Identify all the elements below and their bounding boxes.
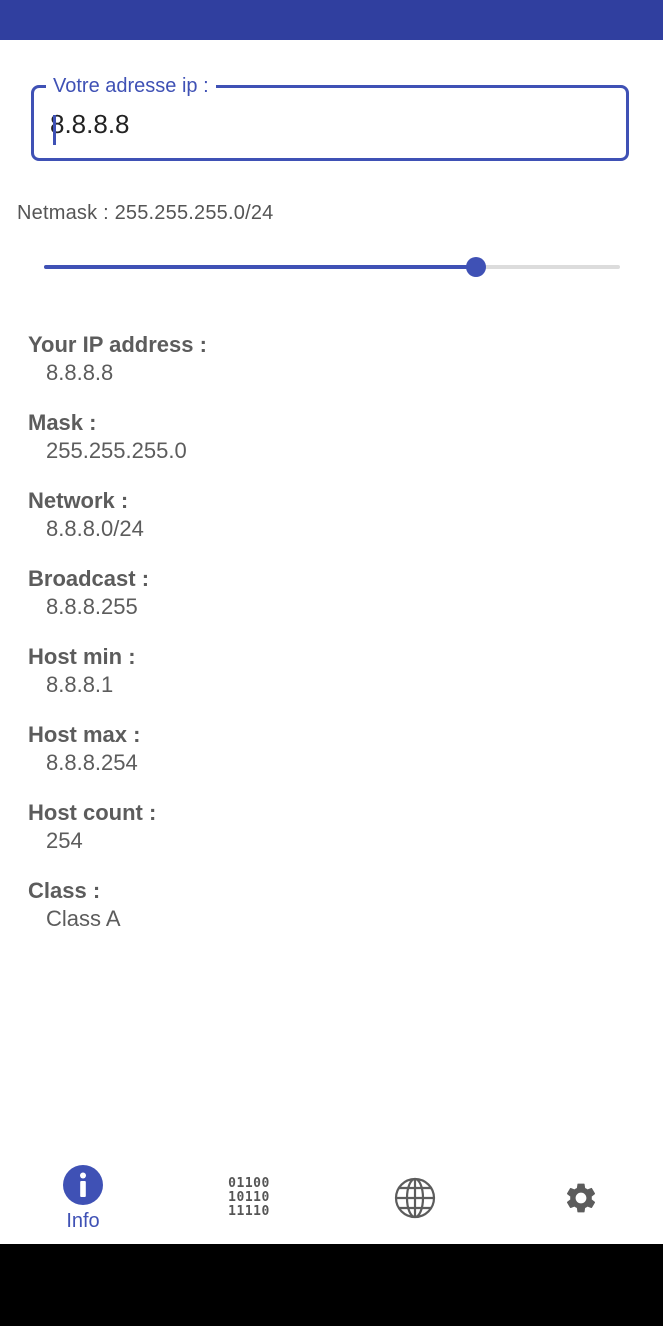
info-item-class: Class : Class A [28, 877, 207, 955]
info-label: Class : [28, 878, 101, 903]
info-value: 8.8.8.8 [46, 360, 114, 385]
nav-item-binary[interactable]: 01100 10110 11110 [166, 1150, 332, 1244]
nav-item-info[interactable]: Info [0, 1150, 166, 1244]
info-item-host-max: Host max : 8.8.8.254 [28, 721, 207, 799]
info-label: Your IP address : [28, 332, 207, 357]
gear-icon [566, 1183, 596, 1213]
info-value: 255.255.255.0 [46, 438, 187, 463]
binary-row: 01100 [228, 1176, 270, 1191]
slider-thumb[interactable] [466, 257, 486, 277]
info-item-broadcast: Broadcast : 8.8.8.255 [28, 565, 207, 643]
info-value: Class A [46, 906, 121, 931]
globe-icon [394, 1177, 436, 1219]
status-bar [0, 0, 663, 40]
text-cursor [53, 115, 56, 145]
ip-address-label: Votre adresse ip : [46, 75, 216, 97]
info-label: Host count : [28, 800, 157, 825]
info-icon [63, 1165, 103, 1205]
binary-row: 10110 [228, 1190, 270, 1205]
bottom-navigation: Info 01100 10110 11110 [0, 1150, 663, 1244]
info-item-ip-address: Your IP address : 8.8.8.8 [28, 331, 207, 409]
info-value: 8.8.8.255 [46, 594, 138, 619]
info-label: Network : [28, 488, 129, 513]
info-value: 8.8.8.0/24 [46, 516, 144, 541]
info-value: 254 [46, 828, 83, 853]
info-item-host-min: Host min : 8.8.8.1 [28, 643, 207, 721]
info-label: Host max : [28, 722, 141, 747]
netmask-slider[interactable] [44, 255, 620, 279]
info-value: 8.8.8.1 [46, 672, 114, 697]
info-label: Mask : [28, 410, 97, 435]
nav-item-settings[interactable] [498, 1150, 663, 1244]
info-item-host-count: Host count : 254 [28, 799, 207, 877]
ip-address-input[interactable] [50, 106, 610, 142]
info-label: Broadcast : [28, 566, 150, 591]
info-list: Your IP address : 8.8.8.8 Mask : 255.255… [28, 331, 207, 955]
slider-track-fill [44, 265, 476, 269]
info-value: 8.8.8.254 [46, 750, 138, 775]
nav-label-info: Info [66, 1210, 100, 1232]
ip-address-field[interactable]: Votre adresse ip : [31, 75, 629, 161]
navigation-bar [0, 1244, 663, 1326]
binary-icon: 01100 10110 11110 [228, 1177, 270, 1219]
info-item-mask: Mask : 255.255.255.0 [28, 409, 207, 487]
info-item-network: Network : 8.8.8.0/24 [28, 487, 207, 565]
nav-item-network[interactable] [332, 1150, 498, 1244]
binary-row: 11110 [228, 1204, 270, 1219]
info-label: Host min : [28, 644, 136, 669]
netmask-text: Netmask : 255.255.255.0/24 [17, 202, 274, 224]
